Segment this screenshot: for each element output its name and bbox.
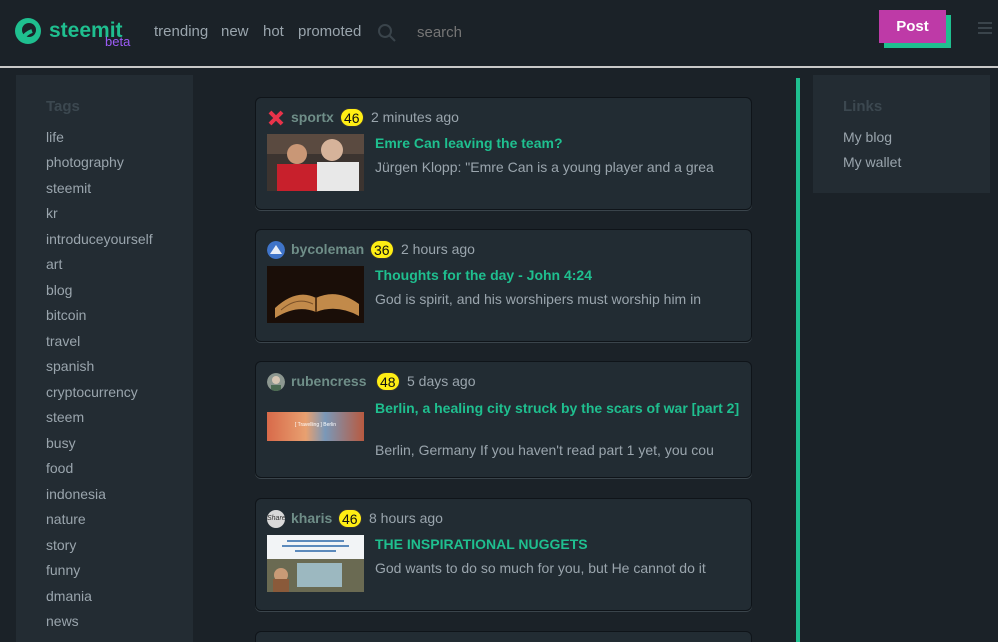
tag-link[interactable]: indonesia	[46, 486, 106, 502]
tag-link[interactable]: nature	[46, 511, 86, 527]
menu-icon[interactable]	[978, 22, 992, 34]
tag-link[interactable]: steem	[46, 409, 84, 425]
post-card: Share kharis 46 8 hours ago THE INSPIRAT…	[255, 498, 752, 611]
header-divider	[0, 66, 998, 74]
nav-trending[interactable]: trending	[154, 23, 208, 40]
tag-link[interactable]: kr	[46, 205, 58, 221]
post-thumbnail[interactable]: [ Travelling ] Berlin	[267, 412, 364, 441]
post-excerpt[interactable]: God is spirit, and his worshipers must w…	[375, 291, 743, 307]
author-link[interactable]: bycoleman	[291, 241, 364, 257]
tag-link[interactable]: blog	[46, 282, 72, 298]
author-link[interactable]: sportx	[291, 109, 334, 125]
reputation-badge: 36	[370, 240, 394, 259]
search-icon[interactable]	[377, 23, 397, 43]
top-bar: steemit beta trending new hot promoted P…	[0, 0, 998, 66]
author-link[interactable]: rubencress	[291, 373, 366, 389]
tag-link[interactable]: introduceyourself	[46, 231, 153, 247]
search-input[interactable]	[417, 21, 617, 43]
author-avatar-icon[interactable]	[267, 241, 285, 259]
post-time[interactable]: 5 days ago	[407, 373, 476, 389]
reputation-badge: 48	[376, 372, 400, 391]
post-time[interactable]: 2 hours ago	[401, 241, 475, 257]
post-thumbnail[interactable]	[267, 535, 364, 592]
tag-link[interactable]: funny	[46, 562, 80, 578]
post-excerpt[interactable]: God wants to do so much for you, but He …	[375, 560, 743, 576]
avatar-label: Share	[267, 515, 285, 522]
author-link[interactable]: kharis	[291, 510, 332, 526]
post-title[interactable]: Emre Can leaving the team?	[375, 134, 743, 152]
author-avatar-icon[interactable]: Share	[267, 510, 285, 528]
steemit-logo-icon[interactable]	[14, 17, 42, 45]
tag-link[interactable]: art	[46, 256, 62, 272]
post-time[interactable]: 2 minutes ago	[371, 109, 459, 125]
tags-sidebar: Tags life photography steemit kr introdu…	[16, 75, 193, 642]
post-title[interactable]: THE INSPIRATIONAL NUGGETS	[375, 535, 743, 553]
my-blog-link[interactable]: My blog	[843, 129, 892, 145]
tag-link[interactable]: life	[46, 129, 64, 145]
post-title[interactable]: Thoughts for the day - John 4:24	[375, 266, 743, 284]
tag-link[interactable]: food	[46, 460, 73, 476]
tag-link[interactable]: photography	[46, 154, 124, 170]
post-card: rubencress 48 5 days ago [ Travelling ] …	[255, 361, 752, 478]
post-time[interactable]: 8 hours ago	[369, 510, 443, 526]
links-heading: Links	[843, 98, 883, 115]
nav-hot[interactable]: hot	[263, 23, 284, 40]
nav-new[interactable]: new	[221, 23, 249, 40]
my-wallet-link[interactable]: My wallet	[843, 154, 901, 170]
tag-link[interactable]: steemit	[46, 180, 91, 196]
post-excerpt[interactable]: Jürgen Klopp: "Emre Can is a young playe…	[375, 159, 743, 175]
post-thumbnail[interactable]	[267, 266, 364, 323]
author-avatar-icon[interactable]	[267, 109, 285, 127]
tag-link[interactable]: story	[46, 537, 76, 553]
post-excerpt[interactable]: Berlin, Germany If you haven't read part…	[375, 442, 743, 458]
post-thumbnail[interactable]	[267, 134, 364, 191]
feed-divider	[796, 78, 800, 642]
tag-link[interactable]: busy	[46, 435, 76, 451]
post-card: bycoleman 36 2 hours ago Thoughts for th…	[255, 229, 752, 342]
author-avatar-icon[interactable]	[267, 373, 285, 391]
tag-link[interactable]: bitcoin	[46, 307, 86, 323]
reputation-badge: 46	[340, 108, 364, 127]
post-card: sportx 46 2 minutes ago Emre Can leaving…	[255, 97, 752, 210]
beta-label: beta	[105, 34, 131, 49]
tag-link[interactable]: cryptocurrency	[46, 384, 138, 400]
nav-promoted[interactable]: promoted	[298, 23, 361, 40]
tag-link[interactable]: news	[46, 613, 79, 629]
thumbnail-caption: [ Travelling ] Berlin	[294, 422, 337, 428]
post-card	[255, 631, 752, 642]
tag-link[interactable]: spanish	[46, 358, 94, 374]
post-title[interactable]: Berlin, a healing city struck by the sca…	[375, 399, 743, 417]
reputation-badge: 46	[338, 509, 362, 528]
tag-link[interactable]: dmania	[46, 588, 92, 604]
tags-heading: Tags	[46, 98, 80, 115]
post-button[interactable]: Post	[879, 10, 946, 43]
tag-link[interactable]: travel	[46, 333, 80, 349]
links-sidebar: Links My blog My wallet	[813, 75, 990, 193]
